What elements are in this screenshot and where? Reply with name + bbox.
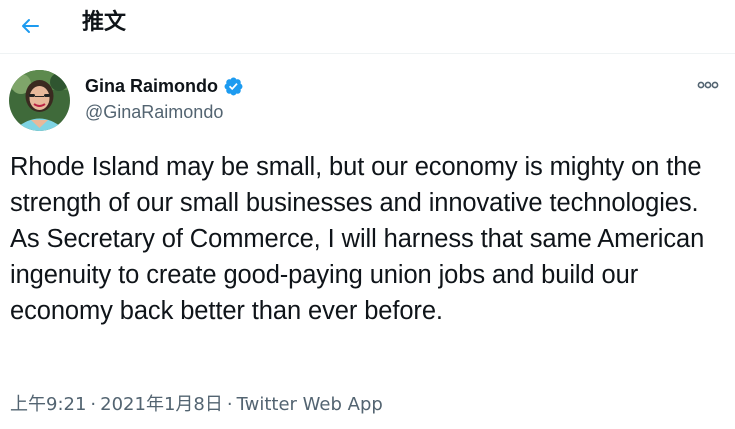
- meta-separator: ·: [90, 394, 97, 415]
- more-options-button[interactable]: [692, 72, 724, 98]
- more-horizontal-icon: [697, 81, 719, 89]
- tweet-date[interactable]: 2021年1月8日: [100, 394, 223, 415]
- top-bar: 推文: [0, 0, 735, 54]
- page-title: 推文: [82, 10, 127, 35]
- tweet-text: Rhode Island may be small, but our econo…: [10, 153, 705, 325]
- author-handle[interactable]: @GinaRaimondo: [85, 100, 244, 124]
- verified-badge-icon: [223, 76, 244, 97]
- tweet-time[interactable]: 上午9:21: [10, 394, 86, 415]
- tweet-source[interactable]: Twitter Web App: [237, 394, 383, 415]
- meta-separator: ·: [226, 394, 233, 415]
- avatar-photo: [9, 70, 70, 131]
- tweet-metadata: 上午9:21 · 2021年1月8日 · Twitter Web App: [10, 393, 383, 417]
- author-info: Gina Raimondo @GinaRaimondo: [85, 74, 244, 124]
- author-name[interactable]: Gina Raimondo: [85, 74, 218, 98]
- back-button[interactable]: [14, 10, 46, 42]
- avatar[interactable]: [9, 70, 70, 131]
- arrow-left-icon: [22, 19, 39, 33]
